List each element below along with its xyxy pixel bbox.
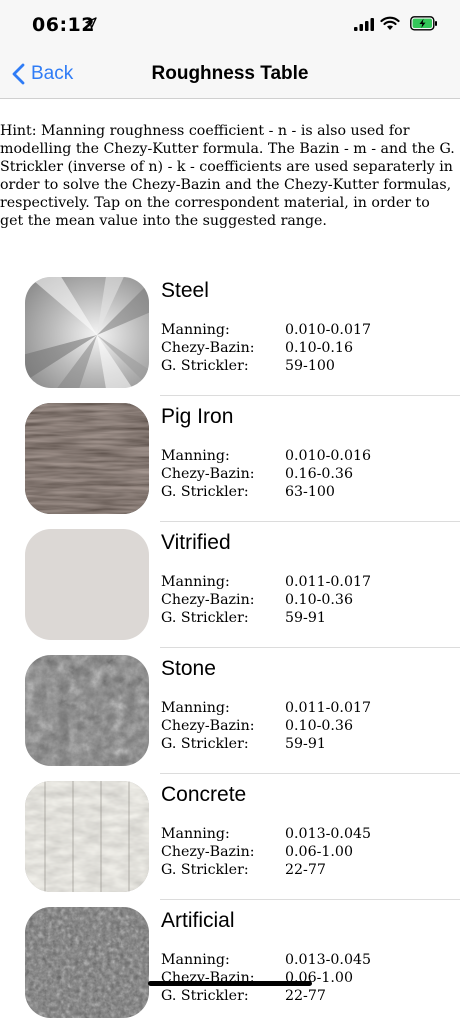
coefficients: Manning: 0.013-0.045 Chezy-Bazin: 0.06-1.0… [161,825,371,879]
manning-value: 0.011-0.017 [285,574,372,590]
chezy-bazin-label: Chezy-Bazin: [161,718,255,734]
vitrified-texture-image [25,529,149,640]
manning-label: Manning: [161,322,230,338]
strickler-value: 22-77 [285,988,326,1004]
wifi-icon [380,16,400,30]
chezy-bazin-value: 0.16-0.36 [285,466,353,482]
home-indicator[interactable] [148,981,312,986]
strickler-value: 22-77 [285,862,326,878]
strickler-label: G. Strickler: [161,988,249,1004]
coefficients: Manning: 0.011-0.017 Chezy-Bazin: 0.10-0.3… [161,573,371,627]
coefficients: Manning: 0.013-0.045 Chezy-Bazin: 0.06-1.0… [161,951,371,1005]
strickler-label: G. Strickler: [161,610,249,626]
material-list: Steel Manning: 0.010-0.017 Chezy-Bazin: 0.… [0,270,460,1026]
manning-value: 0.013-0.045 [285,952,372,968]
manning-label: Manning: [161,700,230,716]
chezy-bazin-label: Chezy-Bazin: [161,340,255,356]
manning-value: 0.013-0.045 [285,826,372,842]
coefficients: Manning: 0.011-0.017 Chezy-Bazin: 0.10-0.3… [161,699,371,753]
steel-texture-image [25,277,149,388]
manning-label: Manning: [161,952,230,968]
chezy-bazin-value: 0.10-0.36 [285,718,353,734]
chezy-bazin-label: Chezy-Bazin: [161,592,255,608]
concrete-texture-image [25,781,149,892]
material-name: Pig Iron [161,405,234,428]
status-bar: 06:12 [0,0,460,50]
artificial-texture-image [25,907,149,1018]
coefficients: Manning: 0.010-0.016 Chezy-Bazin: 0.16-0.3… [161,447,371,501]
strickler-label: G. Strickler: [161,862,249,878]
material-row-artificial[interactable]: Artificial Manning: 0.013-0.045 Chezy-Baz… [0,900,460,1026]
material-name: Concrete [161,783,247,806]
manning-label: Manning: [161,826,230,842]
material-row-stone[interactable]: Stone Manning: 0.011-0.017 Chezy-Bazin: 0.… [0,648,460,774]
strickler-value: 59-91 [285,610,326,626]
battery-charging-icon [410,16,437,31]
cellular-signal-icon [354,18,374,31]
strickler-value: 59-91 [285,736,326,752]
manning-value: 0.010-0.016 [285,448,372,464]
material-row-vitrified[interactable]: Vitrified Manning: 0.011-0.017 Chezy-Bazi… [0,522,460,648]
strickler-value: 59-100 [285,358,335,374]
chezy-bazin-value: 0.10-0.36 [285,592,353,608]
hint-text: Hint: Manning roughness coefficient - n … [0,123,455,229]
material-name: Steel [161,279,209,302]
chezy-bazin-value: 0.10-0.16 [285,340,353,356]
manning-value: 0.011-0.017 [285,700,372,716]
coefficients: Manning: 0.010-0.017 Chezy-Bazin: 0.10-0.1… [161,321,371,375]
stone-texture-image [25,655,149,766]
page-title: Roughness Table [151,63,309,84]
manning-label: Manning: [161,448,230,464]
material-name: Stone [161,657,216,680]
location-arrow-icon [85,17,97,29]
material-row-steel[interactable]: Steel Manning: 0.010-0.017 Chezy-Bazin: 0.… [0,270,460,396]
material-row-concrete[interactable]: Concrete Manning: 0.013-0.045 Chezy-Bazin… [0,774,460,900]
navigation-bar: Back Roughness Table [0,50,460,99]
pig-iron-texture-image [25,403,149,514]
material-name: Vitrified [161,531,231,554]
strickler-label: G. Strickler: [161,736,249,752]
chezy-bazin-value: 0.06-1.00 [285,844,353,860]
chezy-bazin-label: Chezy-Bazin: [161,844,255,860]
manning-value: 0.010-0.017 [285,322,372,338]
material-row-pig-iron[interactable]: Pig Iron Manning: 0.010-0.016 Chezy-Bazin… [0,396,460,522]
strickler-label: G. Strickler: [161,358,249,374]
chezy-bazin-label: Chezy-Bazin: [161,466,255,482]
strickler-label: G. Strickler: [161,484,249,500]
manning-label: Manning: [161,574,230,590]
strickler-value: 63-100 [285,484,335,500]
material-name: Artificial [161,909,235,932]
